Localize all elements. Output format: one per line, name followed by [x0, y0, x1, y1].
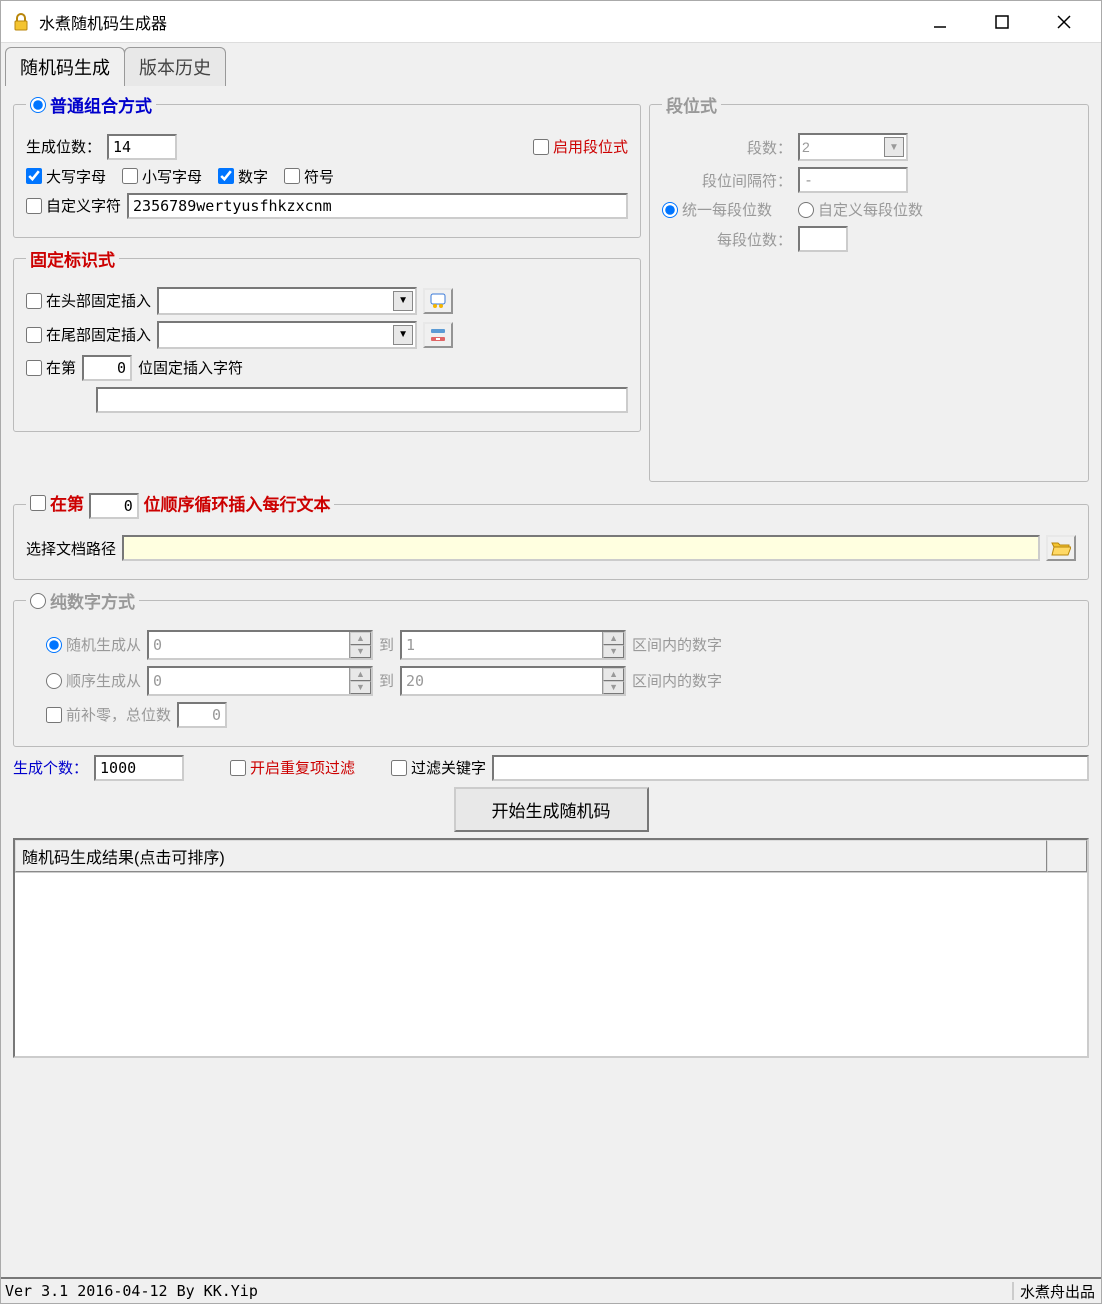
- titlebar: 水煮随机码生成器: [1, 1, 1101, 43]
- head-insert-combo[interactable]: ▼: [157, 287, 417, 315]
- window-buttons: [923, 7, 1081, 37]
- random-from-spin[interactable]: ▲▼: [147, 630, 373, 660]
- lowercase-checkbox[interactable]: 小写字母: [122, 166, 202, 187]
- window-title: 水煮随机码生成器: [39, 10, 923, 34]
- radio-combo-mode[interactable]: 普通组合方式: [30, 92, 152, 117]
- tail-insert-checkbox[interactable]: 在尾部固定插入: [26, 324, 151, 345]
- group-loop-insert: 在第 位顺序循环插入每行文本 选择文档路径: [13, 490, 1089, 580]
- results-header: 随机码生成结果(点击可排序): [15, 840, 1087, 873]
- tabs: 随机码生成 版本历史: [1, 43, 1101, 86]
- head-note-icon[interactable]: [423, 288, 453, 314]
- maximize-button[interactable]: [985, 7, 1019, 37]
- segment-sep-label: 段位间隔符：: [662, 170, 792, 191]
- custom-chars-checkbox[interactable]: 自定义字符: [26, 195, 121, 216]
- random-range-radio[interactable]: 随机生成从: [46, 634, 141, 655]
- numbers-checkbox[interactable]: 数字: [218, 166, 268, 187]
- status-brand: 水煮舟出品: [1014, 1281, 1101, 1302]
- segment-count-label: 段数：: [662, 137, 792, 158]
- keyword-filter-checkbox[interactable]: 过滤关键字: [391, 757, 486, 778]
- digits-input[interactable]: [107, 134, 177, 160]
- results-grid[interactable]: 随机码生成结果(点击可排序): [13, 838, 1089, 1058]
- pos-insert-text[interactable]: [96, 387, 628, 413]
- tab-content: 普通组合方式 生成位数： 启用段位式 大写字母 小写: [1, 86, 1101, 1064]
- app-window: 水煮随机码生成器 随机码生成 版本历史 普通组合方式: [0, 0, 1102, 1304]
- custom-seg-radio[interactable]: 自定义每段位数: [798, 199, 923, 220]
- digits-label: 生成位数：: [26, 136, 101, 157]
- gen-count-label: 生成个数：: [13, 757, 88, 778]
- dup-filter-checkbox[interactable]: 开启重复项过滤: [230, 757, 355, 778]
- seq-to-spin[interactable]: ▲▼: [400, 666, 626, 696]
- per-seg-input[interactable]: [798, 226, 848, 252]
- close-button[interactable]: [1047, 7, 1081, 37]
- segment-count-combo[interactable]: 2▼: [798, 133, 908, 161]
- uniform-radio[interactable]: 统一每段位数: [662, 199, 772, 220]
- group-numeric: 纯数字方式 随机生成从 ▲▼ 到 ▲▼ 区间内的数字 顺序生成从 ▲▼ 到 ▲▼…: [13, 588, 1089, 747]
- group-combo: 普通组合方式 生成位数： 启用段位式 大写字母 小写: [13, 92, 641, 238]
- radio-numeric-mode[interactable]: 纯数字方式: [30, 588, 135, 613]
- group-fixed: 固定标识式 在头部固定插入 ▼ 在尾部固定插入 ▼: [13, 246, 641, 432]
- seq-range-radio[interactable]: 顺序生成从: [46, 670, 141, 691]
- pos-insert-checkbox[interactable]: 在第: [26, 357, 76, 378]
- head-insert-checkbox[interactable]: 在头部固定插入: [26, 290, 151, 311]
- segment-sep-input[interactable]: [798, 167, 908, 193]
- enable-segment-checkbox[interactable]: 启用段位式: [533, 136, 628, 157]
- generate-button[interactable]: 开始生成随机码: [454, 787, 649, 832]
- symbols-checkbox[interactable]: 符号: [284, 166, 334, 187]
- loop-insert-checkbox[interactable]: 在第: [30, 490, 84, 515]
- minimize-button[interactable]: [923, 7, 957, 37]
- path-label: 选择文档路径: [26, 538, 116, 559]
- tail-insert-combo[interactable]: ▼: [157, 321, 417, 349]
- lock-icon: [11, 12, 31, 32]
- tab-generate[interactable]: 随机码生成: [5, 47, 125, 86]
- per-seg-label: 每段位数：: [662, 229, 792, 250]
- status-version: Ver 3.1 2016-04-12 By KK.Yip: [1, 1282, 1014, 1300]
- loop-pos-input[interactable]: [89, 493, 139, 519]
- folder-open-icon[interactable]: [1046, 535, 1076, 561]
- group-segment: 段位式 段数： 2▼ 段位间隔符： 统一每段位数 自定义每段位数 每段位数：: [649, 92, 1089, 482]
- random-to-spin[interactable]: ▲▼: [400, 630, 626, 660]
- pos-insert-suffix: 位固定插入字符: [138, 357, 243, 378]
- keyword-filter-input[interactable]: [492, 755, 1089, 781]
- radio-combo-input[interactable]: [30, 97, 46, 113]
- pos-insert-num[interactable]: [82, 355, 132, 381]
- pad-zero-checkbox[interactable]: 前补零，总位数: [46, 704, 171, 725]
- results-column-spacer: [1047, 840, 1087, 872]
- gen-count-input[interactable]: [94, 755, 184, 781]
- tail-remove-icon[interactable]: [423, 322, 453, 348]
- pad-total-input[interactable]: [177, 702, 227, 728]
- generate-row: 生成个数： 开启重复项过滤 过滤关键字: [13, 755, 1089, 781]
- tab-history[interactable]: 版本历史: [124, 47, 226, 86]
- uppercase-checkbox[interactable]: 大写字母: [26, 166, 106, 187]
- results-column-header[interactable]: 随机码生成结果(点击可排序): [15, 840, 1047, 872]
- statusbar: Ver 3.1 2016-04-12 By KK.Yip 水煮舟出品: [1, 1277, 1101, 1303]
- custom-chars-input[interactable]: [127, 193, 628, 219]
- seq-from-spin[interactable]: ▲▼: [147, 666, 373, 696]
- path-input[interactable]: [122, 535, 1040, 561]
